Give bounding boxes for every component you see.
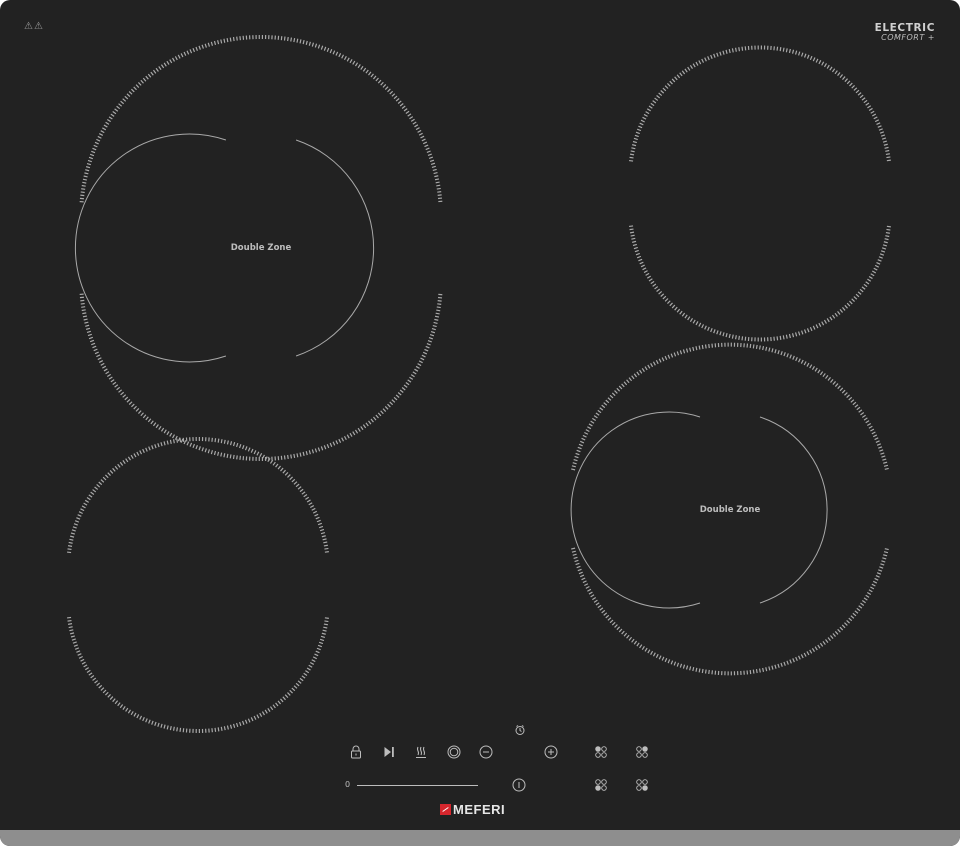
play-pause-icon[interactable]: [379, 742, 399, 762]
zone-select-rear-right-icon[interactable]: [632, 742, 652, 762]
lock-icon[interactable]: [346, 742, 366, 762]
zone-ring-icon[interactable]: [444, 742, 464, 762]
power-slider[interactable]: [357, 785, 478, 786]
logo-text: MEFERI: [453, 802, 506, 817]
slider-min-label: 0: [345, 780, 351, 789]
zone-single-left[interactable]: [67, 436, 329, 734]
zone-single-right[interactable]: [629, 45, 891, 342]
minus-icon[interactable]: [476, 742, 496, 762]
logo-mark-icon: [440, 804, 451, 815]
meferi-logo: MEFERI: [440, 802, 505, 817]
double-zone-label-left: Double Zone: [230, 243, 292, 253]
warning-icons: ⚠⚠: [24, 21, 44, 32]
plus-icon[interactable]: [541, 742, 561, 762]
cooking-zones: [67, 34, 891, 734]
cooktop-glass-panel: ⚠⚠ ELECTRIC COMFORT + Double Zone Double…: [0, 0, 960, 846]
timer-icon[interactable]: [510, 720, 530, 740]
comfort-label: COMFORT +: [881, 33, 935, 42]
bottom-frame-edge: [0, 830, 960, 846]
model-badge: ELECTRIC COMFORT +: [875, 22, 935, 42]
info-icon[interactable]: [509, 775, 529, 795]
zone-select-front-right-icon[interactable]: [632, 775, 652, 795]
heat-icon[interactable]: [411, 742, 431, 762]
zone-select-front-left-icon[interactable]: [591, 775, 611, 795]
double-zone-label-right: Double Zone: [699, 505, 761, 515]
zone-select-rear-left-icon[interactable]: [591, 742, 611, 762]
